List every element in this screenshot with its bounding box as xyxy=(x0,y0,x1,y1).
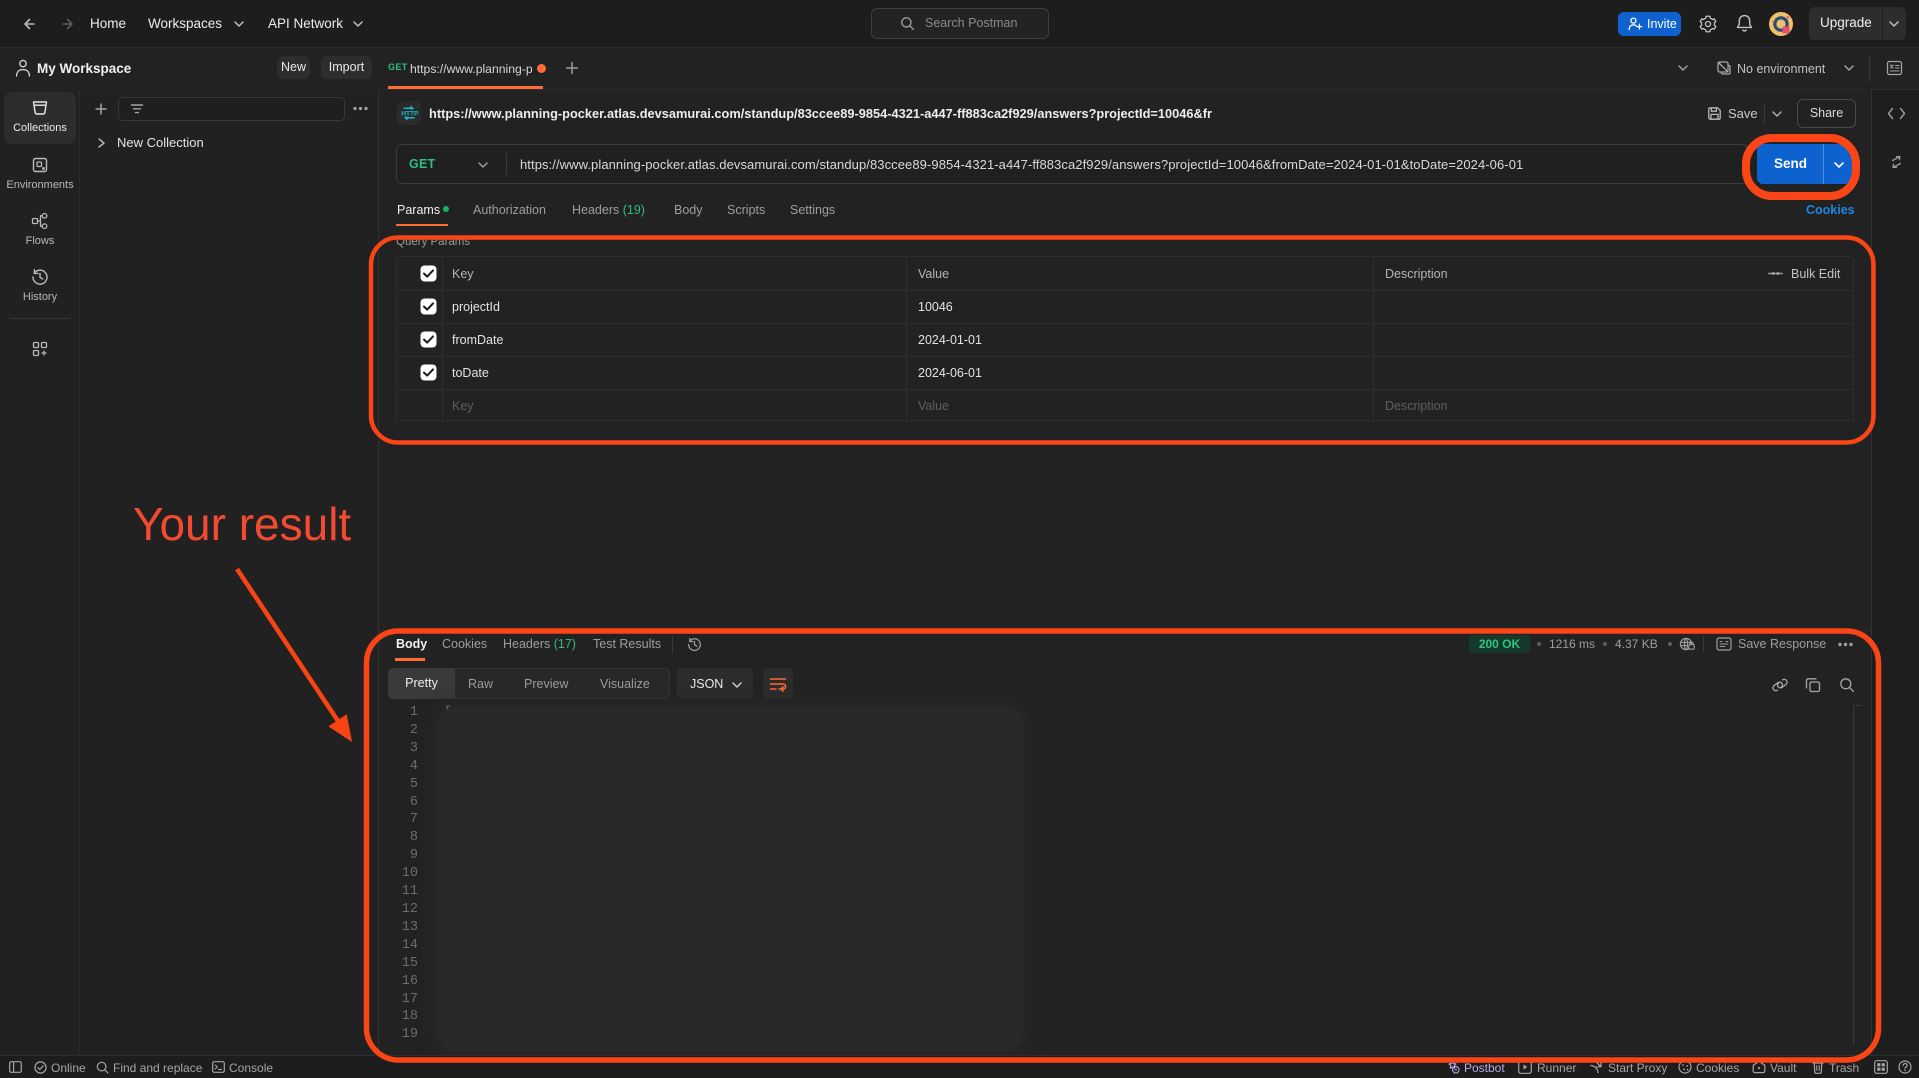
svg-text:HTTP: HTTP xyxy=(401,111,419,118)
